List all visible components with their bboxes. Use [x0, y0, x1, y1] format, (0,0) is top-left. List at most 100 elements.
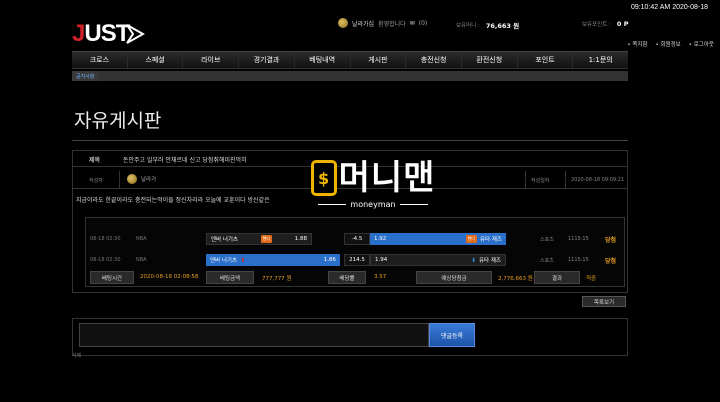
- result-value: 적중: [586, 276, 597, 282]
- divider: [525, 171, 526, 188]
- nav-withdraw[interactable]: 환전신청: [462, 52, 518, 68]
- user-name: 날라가십: [352, 20, 375, 28]
- nav-points[interactable]: 포인트: [518, 52, 574, 68]
- date-label: 작성일자: [531, 178, 550, 184]
- bet-amount-label: 베팅금액: [206, 271, 254, 284]
- bet-league: NBA: [136, 257, 147, 263]
- logo-star-icon: [126, 24, 146, 44]
- bet-result: 당첨: [605, 237, 617, 244]
- money-value: 76,663 원: [485, 22, 520, 30]
- welcome-text: 환영합니다: [378, 20, 406, 28]
- post-author: 날라가: [127, 174, 156, 184]
- bet-slip: 08-18 02:30 NBA 덴버 너기츠 핸디 1.88 -4.5 1.92…: [85, 217, 625, 287]
- odds-label: 배당률: [328, 271, 366, 284]
- bet-time: 08-18 02:30: [90, 257, 121, 263]
- expected-win-label: 예상당첨금: [416, 271, 492, 284]
- handicap-badge: 핸디: [465, 235, 477, 243]
- home-odds: 1.86: [323, 257, 336, 263]
- nav-live[interactable]: 라이브: [183, 52, 240, 68]
- list-button[interactable]: 목록보기: [582, 296, 626, 307]
- author-name: 날라가: [141, 177, 157, 183]
- bet-status-time: 1115:15: [568, 257, 589, 263]
- notice-tag[interactable]: 공지사항: [72, 71, 99, 81]
- away-odds: 1.94: [375, 257, 388, 263]
- title-label: 제목: [89, 157, 101, 164]
- main-nav: 크로스 스페셜 라이브 경기결과 베팅내역 게시판 충전신청 환전신청 포인트 …: [72, 51, 628, 69]
- nav-inquiry[interactable]: 1:1문의: [573, 52, 628, 68]
- post-title: 돈안주고 일부러 안채르네 신고 당첨취해미친먹히: [123, 157, 247, 164]
- away-team: 유타 재즈: [479, 258, 501, 264]
- post-body: 지금이라도 한끝이라도 충전되는먹이들 정신차리라 오늘에 교훈이다 방신같은: [76, 197, 270, 204]
- nav-special[interactable]: 스페셜: [128, 52, 184, 68]
- nav-results[interactable]: 경기결과: [239, 52, 295, 68]
- watermark-text: 머니맨: [338, 158, 436, 198]
- logo-letter-j: J: [72, 20, 85, 47]
- post-date: 2020-08-18 09:09:21: [571, 177, 625, 183]
- home-team-pick: 덴버 너기츠 핸디 1.88: [206, 233, 312, 245]
- moneyman-watermark: $ 머니맨 moneyman: [298, 158, 448, 216]
- top-links: 쪽지함 회원정보 로그아웃: [627, 40, 714, 48]
- bet-status-time: 1115:15: [568, 236, 589, 242]
- nav-board[interactable]: 게시판: [351, 52, 407, 68]
- logo-text: UST: [84, 20, 130, 47]
- link-logout[interactable]: 로그아웃: [689, 40, 714, 48]
- site-logo[interactable]: J UST: [72, 20, 146, 48]
- home-team-pick: 덴버 너기츠 ⬆ 1.86: [206, 254, 340, 266]
- mail-icon[interactable]: ✉: [410, 20, 415, 27]
- points-value: 0 P: [616, 20, 629, 28]
- message-count[interactable]: (0): [419, 20, 428, 27]
- user-avatar: [338, 18, 348, 28]
- clock: 09:10:42 AM 2020-08-18: [630, 4, 708, 11]
- away-team-pick: 1.94 ⬇ 유타 재즈: [370, 254, 506, 266]
- phone-dollar-icon: $: [310, 160, 337, 196]
- comment-submit-button[interactable]: 댓글등록: [429, 323, 475, 347]
- bet-row: 08-18 02:30 NBA 덴버 너기츠 핸디 1.88 -4.5 1.92…: [86, 232, 624, 246]
- title-divider: [72, 140, 628, 141]
- nav-bet-history[interactable]: 베팅내역: [295, 52, 351, 68]
- points-display: 보유포인트 : 0 P: [582, 20, 628, 28]
- bet-league: NBA: [136, 236, 147, 242]
- home-odds: 1.88: [294, 236, 307, 242]
- arrow-up-icon: ⬆: [240, 256, 246, 264]
- nav-deposit[interactable]: 충전신청: [406, 52, 462, 68]
- points-label: 보유포인트 :: [582, 22, 611, 28]
- home-team: 덴버 너기츠: [210, 258, 238, 264]
- bet-time: 08-18 02:30: [90, 236, 121, 242]
- author-avatar: [127, 174, 137, 184]
- link-member-info[interactable]: 회원정보: [656, 40, 681, 48]
- divider: [119, 171, 120, 188]
- result-label: 결과: [534, 271, 580, 284]
- money-display: 보유머니 : 76,663 원: [456, 20, 519, 30]
- bet-time-label: 베팅시간: [90, 271, 134, 284]
- expected-win-value: 2,776,663 원: [498, 276, 533, 282]
- link-messages[interactable]: 쪽지함: [627, 40, 647, 48]
- nav-cross[interactable]: 크로스: [72, 52, 128, 68]
- bet-sport: 스포츠: [540, 237, 554, 243]
- odds-value: 3.57: [374, 274, 387, 280]
- bet-time-value: 2020-08-18 02:08:58: [140, 274, 199, 280]
- bet-result: 당첨: [605, 258, 617, 265]
- divider: [565, 171, 566, 188]
- handicap-badge: 핸디: [260, 235, 273, 243]
- user-info: 날라가십 환영합니다 ✉ (0): [338, 18, 427, 28]
- watermark-subtext: moneyman: [350, 200, 396, 209]
- bet-summary: 베팅시간 2020-08-18 02:08:58 베팅금액 777,777 원 …: [86, 270, 624, 286]
- money-label: 보유머니 :: [456, 23, 480, 29]
- arrow-down-icon: ⬇: [470, 256, 476, 264]
- comment-form: 댓글등록: [72, 318, 628, 356]
- home-team: 덴버 너기츠: [211, 237, 239, 243]
- bet-row: 08-18 02:30 NBA 덴버 너기츠 ⬆ 1.86 214.5 1.94…: [86, 253, 624, 267]
- bet-amount-value: 777,777 원: [262, 276, 292, 282]
- away-team: 유타 재즈: [480, 237, 502, 243]
- away-team-pick: 1.92 핸디 유타 재즈: [370, 233, 506, 245]
- delete-link[interactable]: 삭제: [72, 352, 81, 359]
- bet-sport: 스포츠: [540, 258, 554, 264]
- page-title: 자유게시판: [74, 110, 162, 132]
- divider: [318, 204, 347, 205]
- bet-line: 214.5: [344, 254, 370, 266]
- comment-input[interactable]: [79, 323, 429, 347]
- author-label: 작성자: [89, 178, 103, 184]
- notice-bar: 공지사항: [72, 71, 628, 81]
- away-odds: 1.92: [374, 236, 387, 242]
- divider: [399, 204, 428, 205]
